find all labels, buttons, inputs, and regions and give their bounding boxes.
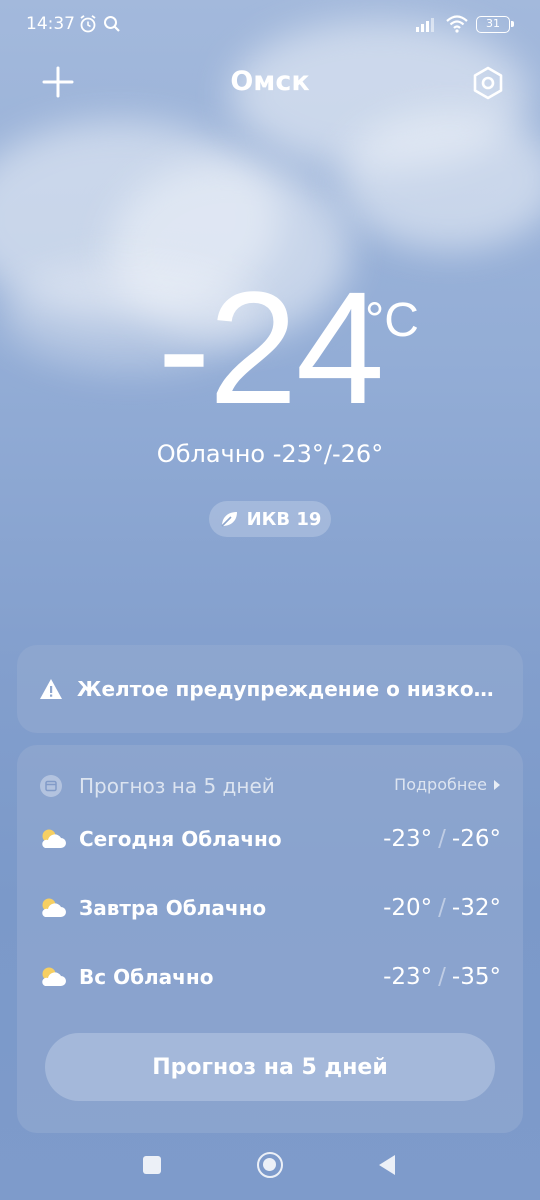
- settings-button[interactable]: [470, 65, 506, 101]
- forecast-title: Прогноз на 5 дней: [79, 774, 275, 798]
- caret-right-icon: [494, 779, 500, 790]
- forecast-day-label: Завтра Облачно: [79, 896, 267, 920]
- search-icon: [104, 16, 120, 32]
- forecast-high: -20°: [383, 895, 433, 921]
- status-time: 14:37: [26, 14, 75, 34]
- weather-warning-card[interactable]: Желтое предупреждение о низкой те...: [17, 645, 523, 733]
- forecast-high: -23°: [383, 826, 433, 852]
- forecast-low: -32°: [451, 895, 501, 921]
- temperature-value: -24: [157, 258, 384, 437]
- partly-cloudy-icon: [42, 829, 66, 848]
- leaf-icon: [221, 512, 237, 527]
- forecast-header: Прогноз на 5 дней Подробнее: [39, 773, 501, 799]
- partly-cloudy-icon: [42, 898, 66, 917]
- more-label: Подробнее: [394, 775, 487, 794]
- signal-icon: [416, 18, 434, 32]
- calendar-icon: [40, 775, 62, 797]
- alarm-icon: [80, 15, 96, 33]
- forecast-temps: -23° / -35°: [383, 964, 501, 990]
- forecast-card: Прогноз на 5 дней Подробнее Сегодня Обла…: [17, 745, 523, 1133]
- forecast-day-label: Сегодня Облачно: [79, 827, 282, 851]
- home-button[interactable]: [257, 1152, 283, 1178]
- warning-triangle-icon: [40, 679, 62, 699]
- five-day-forecast-button[interactable]: Прогноз на 5 дней: [45, 1033, 495, 1101]
- warning-text: Желтое предупреждение о низкой те...: [77, 677, 497, 701]
- city-title: Омск: [230, 66, 310, 97]
- forecast-row-tomorrow[interactable]: Завтра Облачно -20° / -32°: [39, 893, 501, 923]
- current-temperature: -24 °C: [0, 268, 540, 428]
- forecast-low: -26°: [451, 826, 501, 852]
- aqi-label: ИКВ 19: [246, 508, 322, 530]
- forecast-row-sunday[interactable]: Вс Облачно -23° / -35°: [39, 962, 501, 992]
- forecast-low: -35°: [451, 964, 501, 990]
- partly-cloudy-icon: [42, 967, 66, 986]
- forecast-more-link[interactable]: Подробнее: [394, 775, 501, 794]
- recents-button[interactable]: [143, 1156, 161, 1174]
- battery-icon: 31: [476, 16, 514, 33]
- forecast-high: -23°: [383, 964, 433, 990]
- status-bar: 14:37 31: [0, 0, 540, 50]
- navigation-bar: [0, 1140, 540, 1200]
- aqi-badge[interactable]: ИКВ 19: [209, 501, 331, 537]
- forecast-temps: -23° / -26°: [383, 826, 501, 852]
- forecast-temps: -20° / -32°: [383, 895, 501, 921]
- weather-summary: Облачно -23°/-26°: [156, 440, 384, 468]
- back-button[interactable]: [377, 1154, 397, 1176]
- wifi-icon: [446, 15, 468, 33]
- forecast-row-today[interactable]: Сегодня Облачно -23° / -26°: [39, 824, 501, 854]
- temperature-unit: °C: [365, 294, 419, 347]
- forecast-day-label: Вс Облачно: [79, 965, 214, 989]
